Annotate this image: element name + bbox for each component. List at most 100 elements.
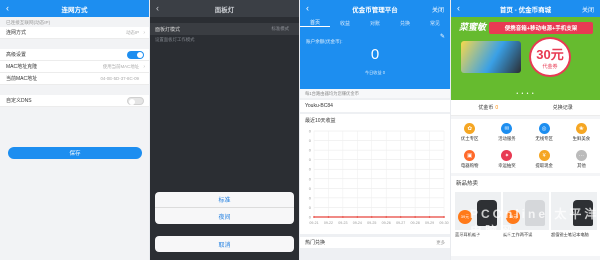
option-night[interactable]: 夜间: [155, 208, 294, 224]
coin-balance[interactable]: 优金币 0: [451, 100, 526, 115]
chevron-right-icon: ›: [143, 29, 145, 36]
earnings-chart: 000000000009-21 09-22 09-23 09-24 09-25 09-26…: [309, 129, 449, 226]
y-tick-label: 0: [309, 157, 312, 162]
bag-icon: ▣: [464, 150, 476, 161]
network-settings-screen: ‹ 连网方式 已连接互联网(动态IP) 连网方式 动态IP › 高级设置 MAC…: [0, 0, 149, 260]
category-item[interactable]: ⋯ 其他: [563, 146, 600, 173]
data-point: [414, 216, 417, 218]
y-tick-label: 0: [309, 148, 312, 153]
section-title: 新品热卖: [456, 181, 479, 187]
tab-exchange[interactable]: 兑换: [390, 20, 420, 27]
advanced-settings-toggle[interactable]: [127, 51, 144, 59]
back-icon[interactable]: ‹: [306, 3, 309, 13]
tab-earnings[interactable]: 收益: [330, 20, 360, 27]
more-link[interactable]: 更多: [436, 240, 445, 246]
category-item[interactable]: ◎ 无线专区: [526, 119, 563, 146]
coupon-badge: 30元 代金券: [529, 37, 571, 77]
x-tick-label: 09-27: [396, 221, 405, 225]
nav-bar: ‹ 优金币管理平台 关闭: [300, 0, 450, 17]
x-tick-label: 09-29: [425, 221, 434, 225]
y-tick-label: 0: [309, 176, 312, 181]
edit-icon[interactable]: ✎: [440, 33, 445, 40]
y-tick-label: 0: [309, 138, 312, 143]
y-tick-label: 0: [309, 205, 312, 210]
chevron-right-icon: ›: [143, 63, 145, 70]
category-item[interactable]: ❀ 生鲜美食: [563, 119, 600, 146]
data-point: [443, 216, 445, 218]
page-title: 首页 - 优金币商城: [499, 6, 552, 14]
balance-value: 0: [370, 46, 380, 63]
category-grid: ✿ 优土专区 ✉ 活动服务 ◎ 无线专区 ❀ 生鲜美食 ▣ 电器购物 ✦ 幸运抽奖 ¥ 提取现金 ⋯ 其他: [451, 119, 600, 173]
chat-icon: ✉: [501, 123, 513, 134]
info-note: 每1台路由器均为您赚优金币: [300, 89, 450, 98]
y-tick-label: 0: [309, 186, 312, 191]
y-tick-label: 0: [309, 215, 312, 220]
data-point: [370, 216, 373, 218]
cancel-sheet: 取消: [155, 236, 294, 252]
light-mode-hint: 设置面板灯工作模式: [155, 37, 195, 42]
page-title: 连网方式: [61, 6, 88, 14]
light-mode-row[interactable]: 面板灯模式 标准模式: [150, 23, 299, 35]
device-row[interactable]: Youku-BC84: [300, 100, 450, 112]
back-icon[interactable]: ‹: [457, 3, 460, 13]
current-mac-row: 当前MAC地址 04-0E-5D-37-8C-09: [0, 73, 149, 85]
page-title: 面板灯: [214, 6, 235, 14]
y-tick-label: 0: [309, 129, 312, 134]
data-point: [385, 216, 388, 218]
custom-dns-row: 自定义DNS: [0, 95, 149, 107]
x-tick-label: 09-22: [324, 221, 333, 225]
category-item[interactable]: ¥ 提取现金: [526, 146, 563, 173]
category-item[interactable]: ✉ 活动服务: [488, 119, 525, 146]
tab-statement[interactable]: 对账: [360, 20, 390, 27]
earnings-chart-card: 最近10天收益 0 0 0 0 0 0 0 0 0 0 09-21 09-22 09-23 09-24 09…: [300, 114, 450, 234]
data-point: [399, 216, 402, 218]
carousel-dots: • • • •: [516, 91, 535, 97]
back-icon[interactable]: ‹: [156, 3, 159, 13]
data-point: [428, 216, 431, 218]
x-tick-label: 09-21: [309, 221, 318, 225]
promo-banner[interactable]: 菜蜜敏 便携音箱+移动电源+手机支架 30元 代金券 • • • •: [451, 17, 600, 100]
chart-title: 最近10天收益: [305, 118, 336, 124]
y-tick-label: 0: [309, 195, 312, 200]
category-item[interactable]: ✿ 优土专区: [451, 119, 488, 146]
connection-type-row[interactable]: 连网方式 动态IP ›: [0, 27, 149, 39]
tab-home[interactable]: 首页: [300, 19, 330, 27]
banner-brand: 菜蜜敏: [459, 22, 487, 32]
data-point: [356, 216, 359, 218]
more-icon: ⋯: [575, 150, 587, 161]
hot-exchange-header: 热门兑换 更多: [300, 237, 450, 248]
x-tick-label: 09-28: [411, 221, 420, 225]
gift-icon: ✦: [501, 150, 513, 161]
connection-status: 已连接互联网(动态IP): [6, 20, 51, 25]
action-sheet: 标准 夜间: [155, 192, 294, 224]
x-tick-label: 09-23: [338, 221, 347, 225]
category-item[interactable]: ▣ 电器购物: [451, 146, 488, 173]
coin-platform-screen: ‹ 优金币管理平台 关闭 首页 收益 对账 兑换 常见 ✎ 账户余额(优金币):…: [300, 0, 450, 260]
nav-bar: ‹ 连网方式: [0, 0, 149, 17]
balance-card: ✎ 账户余额(优金币): 0 今日收益 0: [300, 29, 450, 89]
banner-product-image: [461, 41, 521, 73]
x-tick-label: 09-30: [439, 221, 448, 225]
data-point: [341, 216, 344, 218]
shield-icon: ✿: [464, 123, 476, 134]
tab-faq[interactable]: 常见: [420, 20, 450, 27]
category-item[interactable]: ✦ 幸运抽奖: [488, 146, 525, 173]
x-tick-label: 09-25: [367, 221, 376, 225]
custom-dns-toggle[interactable]: [127, 97, 144, 105]
close-button[interactable]: 关闭: [582, 5, 594, 14]
mac-clone-row[interactable]: MAC地址克隆 使用当前MAC地址 ›: [0, 61, 149, 73]
x-tick-label: 09-26: [382, 221, 391, 225]
banner-tagline: 便携音箱+移动电源+手机支架: [489, 22, 593, 34]
wifi-icon: ◎: [538, 123, 550, 134]
close-button[interactable]: 关闭: [432, 5, 444, 14]
back-icon[interactable]: ‹: [6, 3, 9, 13]
option-standard[interactable]: 标准: [155, 192, 294, 208]
y-tick-label: 0: [309, 167, 312, 172]
data-point: [313, 216, 315, 218]
cancel-button[interactable]: 取消: [155, 236, 294, 252]
tab-bar: 首页 收益 对账 兑换 常见: [300, 17, 450, 29]
save-button[interactable]: 保存: [8, 147, 142, 159]
exchange-record-link[interactable]: 兑换记录: [526, 100, 600, 115]
panel-light-screen: ‹ 面板灯 面板灯模式 标准模式 设置面板灯工作模式 标准 夜间 取消: [150, 0, 299, 260]
advanced-settings-row: 高级设置: [0, 49, 149, 61]
